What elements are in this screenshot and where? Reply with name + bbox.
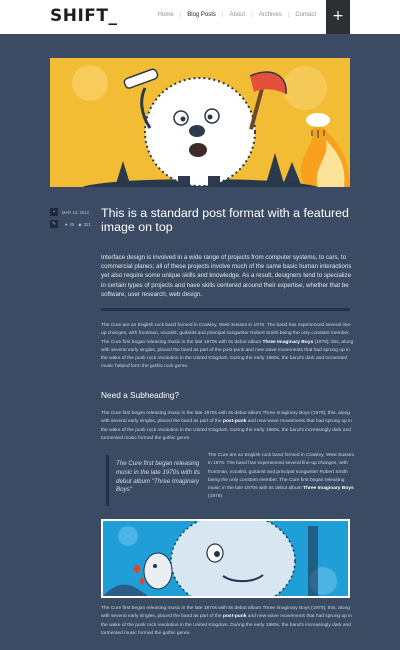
- post-stats-row: ✎ ♥ 45 ◉ 321: [50, 218, 98, 230]
- yeti-illustration: [103, 521, 348, 596]
- heart-icon[interactable]: ♥: [65, 222, 68, 227]
- site-logo[interactable]: SHIFT_: [50, 6, 118, 26]
- nav-item-home[interactable]: Home: [152, 12, 180, 18]
- body-paragraph: The Cure first began releasing music in …: [101, 410, 356, 443]
- site-header: SHIFT_ Home | Blog Posts | About | Archi…: [0, 0, 400, 34]
- divider: [101, 308, 350, 311]
- body-paragraph: The Cure first began releasing music in …: [101, 605, 356, 638]
- bold-text: Three Imaginary Boys: [303, 486, 354, 492]
- body-paragraph: The Cure are an English rock band formed…: [101, 322, 356, 372]
- nav-item-blog-posts[interactable]: Blog Posts: [181, 12, 222, 18]
- nav-item-about[interactable]: About: [223, 12, 251, 18]
- featured-image: [50, 58, 350, 187]
- bold-text: Three Imaginary Boys: [262, 339, 314, 345]
- inline-image: [101, 519, 350, 598]
- nav-item-contact[interactable]: Contact: [289, 12, 322, 18]
- post-title: This is a standard post format with a fe…: [101, 206, 349, 234]
- monster-illustration: [50, 58, 350, 187]
- subheading: Need a Subheading?: [101, 390, 179, 400]
- text-span: (1979).: [208, 494, 224, 500]
- bold-text: post-punk: [222, 419, 247, 425]
- calendar-icon: ▪: [50, 208, 58, 216]
- views-count: 321: [83, 221, 91, 227]
- pull-quote: The Cure first began releasing music in …: [106, 455, 202, 506]
- post-date-row: ▪ MAR 13, 2013: [50, 206, 98, 218]
- nav-item-archives[interactable]: Archives: [253, 12, 288, 18]
- post-meta: ▪ MAR 13, 2013 ✎ ♥ 45 ◉ 321: [50, 206, 98, 230]
- post-date: MAR 13, 2013: [62, 209, 89, 215]
- post-intro: Interface design is involved in a wide r…: [101, 254, 352, 298]
- eye-icon: ◉: [78, 221, 82, 227]
- body-paragraph: The Cure are an English rock band formed…: [208, 452, 354, 502]
- pencil-icon: ✎: [50, 220, 58, 228]
- main-nav: Home | Blog Posts | About | Archives | C…: [152, 12, 322, 18]
- bold-text: post-punk: [222, 614, 247, 620]
- likes-count: 45: [69, 221, 75, 227]
- add-button[interactable]: +: [326, 0, 350, 34]
